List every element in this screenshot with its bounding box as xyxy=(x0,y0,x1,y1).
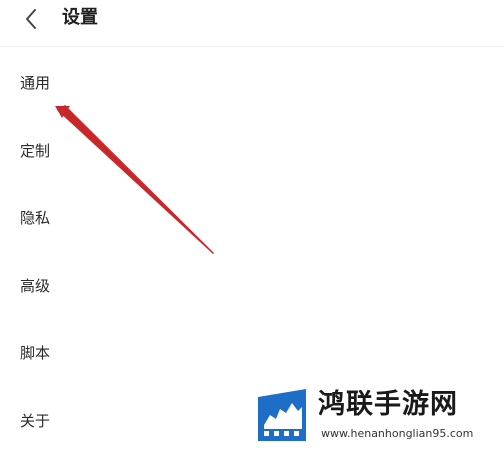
menu-item-label: 通用 xyxy=(20,74,51,92)
menu-item-privacy[interactable]: 隐私 xyxy=(0,191,504,247)
chevron-left-icon xyxy=(26,9,36,29)
menu-item-general[interactable]: 通用 xyxy=(0,56,504,112)
menu-item-scripts[interactable]: 脚本 xyxy=(0,326,504,382)
header-bar: 设置 xyxy=(0,0,504,47)
menu-item-label: 脚本 xyxy=(20,344,51,362)
menu-item-label: 关于 xyxy=(20,412,51,430)
menu-item-advanced[interactable]: 高级 xyxy=(0,259,504,315)
back-button[interactable] xyxy=(14,2,48,36)
menu-item-customize[interactable]: 定制 xyxy=(0,124,504,180)
menu-item-about[interactable]: 关于 xyxy=(0,394,504,450)
page-title: 设置 xyxy=(62,7,98,28)
menu-item-label: 定制 xyxy=(20,142,51,160)
menu-item-label: 隐私 xyxy=(20,209,51,227)
menu-item-label: 高级 xyxy=(20,277,51,295)
